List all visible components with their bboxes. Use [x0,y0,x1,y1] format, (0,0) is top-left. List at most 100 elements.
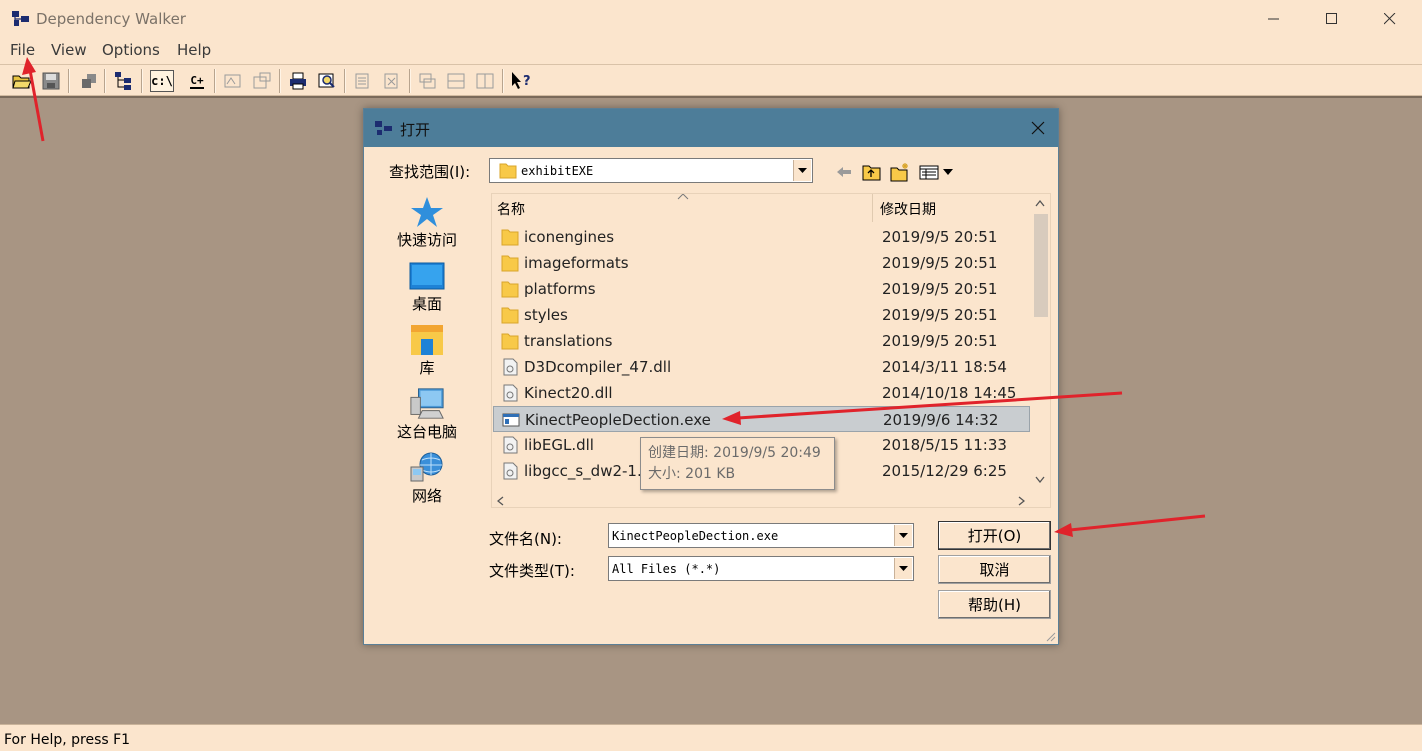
column-header-name[interactable]: 名称 [492,194,872,222]
look-in-dropdown-button[interactable] [793,160,811,181]
file-date: 2019/9/5 20:51 [882,254,998,272]
tile-vertical-button[interactable] [474,70,496,92]
menu-view[interactable]: View [51,41,87,59]
resize-grip-icon[interactable] [1044,630,1056,642]
file-row-kinectpeopledection[interactable]: KinectPeopleDection.exe 2019/9/6 14:32 [493,406,1030,432]
expand-icon [355,73,369,89]
find-icon [318,73,335,88]
back-button[interactable] [834,162,854,182]
file-name-dropdown-button[interactable] [894,525,912,546]
exe-file-icon [502,413,520,427]
scroll-left-icon [497,496,504,506]
back-arrow-icon [837,167,851,177]
cancel-button[interactable]: 取消 [938,555,1051,584]
desktop-icon [409,262,445,290]
scroll-down-icon [1035,476,1045,483]
place-label: 快速访问 [396,231,457,249]
look-in-label: 查找范围(I): [389,163,471,181]
status-bar: For Help, press F1 [0,724,1422,751]
status-text: For Help, press F1 [4,732,131,748]
file-name: translations [524,332,613,350]
computer-icon [410,388,444,419]
vertical-scrollbar[interactable] [1030,194,1050,492]
svg-text:?: ? [523,74,531,89]
file-type-dropdown-button[interactable] [894,558,912,579]
dialog-close-button[interactable] [1018,109,1058,147]
tooltip-created: 创建日期: 2019/9/5 20:49 [648,445,821,461]
menu-help[interactable]: Help [177,41,211,59]
place-quick-access[interactable]: 快速访问 [388,195,466,250]
file-type-value: All Files (*.*) [612,562,721,576]
vertical-scroll-thumb[interactable] [1034,214,1048,317]
file-name-input[interactable]: KinectPeopleDection.exe [608,523,914,548]
dll-file-icon [503,436,518,454]
close-button[interactable] [1361,0,1419,38]
file-type-label: 文件类型(T): [489,562,575,580]
save-icon [42,72,60,90]
up-folder-icon [862,165,881,180]
look-in-combo[interactable]: exhibitEXE [489,158,813,183]
place-this-pc[interactable]: 这台电脑 [388,387,466,442]
help-button[interactable]: 帮助(H) [938,590,1051,619]
file-row-platforms[interactable]: platforms 2019/9/5 20:51 [493,276,1030,302]
file-row-kinect20[interactable]: Kinect20.dll 2014/10/18 14:45 [493,380,1030,406]
place-network[interactable]: 网络 [388,451,466,506]
file-name: D3Dcompiler_47.dll [524,358,672,376]
menu-options[interactable]: Options [102,41,160,59]
cpp-button[interactable]: C+ [185,70,209,92]
view-module-button[interactable] [251,70,273,92]
open-icon [12,75,32,89]
full-paths-button[interactable]: c:\ [150,70,174,92]
maximize-button[interactable] [1303,0,1361,38]
find-button[interactable] [316,70,338,92]
open-file-dialog: 打开 查找范围(I): exhibitEXE 快速访问 桌面 库 这台电脑 网络… [363,108,1059,645]
toolbar: c:\ C+ ? [0,64,1422,96]
up-folder-button[interactable] [861,162,883,182]
folder-icon [501,333,519,350]
view-menu-button[interactable] [918,162,956,182]
file-date: 2019/9/5 20:51 [882,332,998,350]
folder-icon [501,255,519,272]
column-header-name-label: 名称 [497,202,525,218]
tile-horizontal-button[interactable] [445,70,467,92]
file-row-imageformats[interactable]: imageformats 2019/9/5 20:51 [493,250,1030,276]
file-date: 2015/12/29 6:25 [882,462,1007,480]
library-icon [411,325,443,355]
context-help-button[interactable]: ? [510,70,532,92]
file-type-select[interactable]: All Files (*.*) [608,556,914,581]
open-button[interactable]: 打开(O) [938,521,1051,550]
save-button[interactable] [40,70,62,92]
look-in-value: exhibitEXE [521,164,594,178]
file-name: styles [524,306,568,324]
collapse-button[interactable] [381,70,403,92]
place-label: 这台电脑 [396,423,457,441]
dll-file-icon [503,358,518,376]
place-desktop[interactable]: 桌面 [388,259,466,314]
open-button[interactable] [11,70,33,92]
file-row-styles[interactable]: styles 2019/9/5 20:51 [493,302,1030,328]
file-name-value: KinectPeopleDection.exe [612,529,779,543]
file-row-translations[interactable]: translations 2019/9/5 20:51 [493,328,1030,354]
file-name-label: 文件名(N): [489,530,562,548]
properties-button[interactable] [222,70,244,92]
menu-file[interactable]: File [10,41,35,59]
scroll-right-icon [1018,496,1025,506]
file-row-iconengines[interactable]: iconengines 2019/9/5 20:51 [493,224,1030,250]
file-row-d3dcompiler[interactable]: D3Dcompiler_47.dll 2014/3/11 18:54 [493,354,1030,380]
folder-icon [501,307,519,324]
properties-icon [224,74,241,88]
new-folder-button[interactable] [890,162,912,182]
quick-access-star-icon [411,197,443,227]
full-paths-icon: c:\ [151,74,173,88]
horizontal-scrollbar[interactable] [492,492,1032,507]
expand-button[interactable] [352,70,374,92]
dialog-title-bar: 打开 [364,109,1058,147]
module-tree-button[interactable] [113,70,135,92]
print-button[interactable] [287,70,309,92]
place-library[interactable]: 库 [388,323,466,378]
place-label: 网络 [411,487,442,505]
minimize-button[interactable] [1245,0,1303,38]
cascade-button[interactable] [417,70,439,92]
copy-button[interactable] [78,70,100,92]
column-header-date[interactable]: 修改日期 [872,194,1030,222]
